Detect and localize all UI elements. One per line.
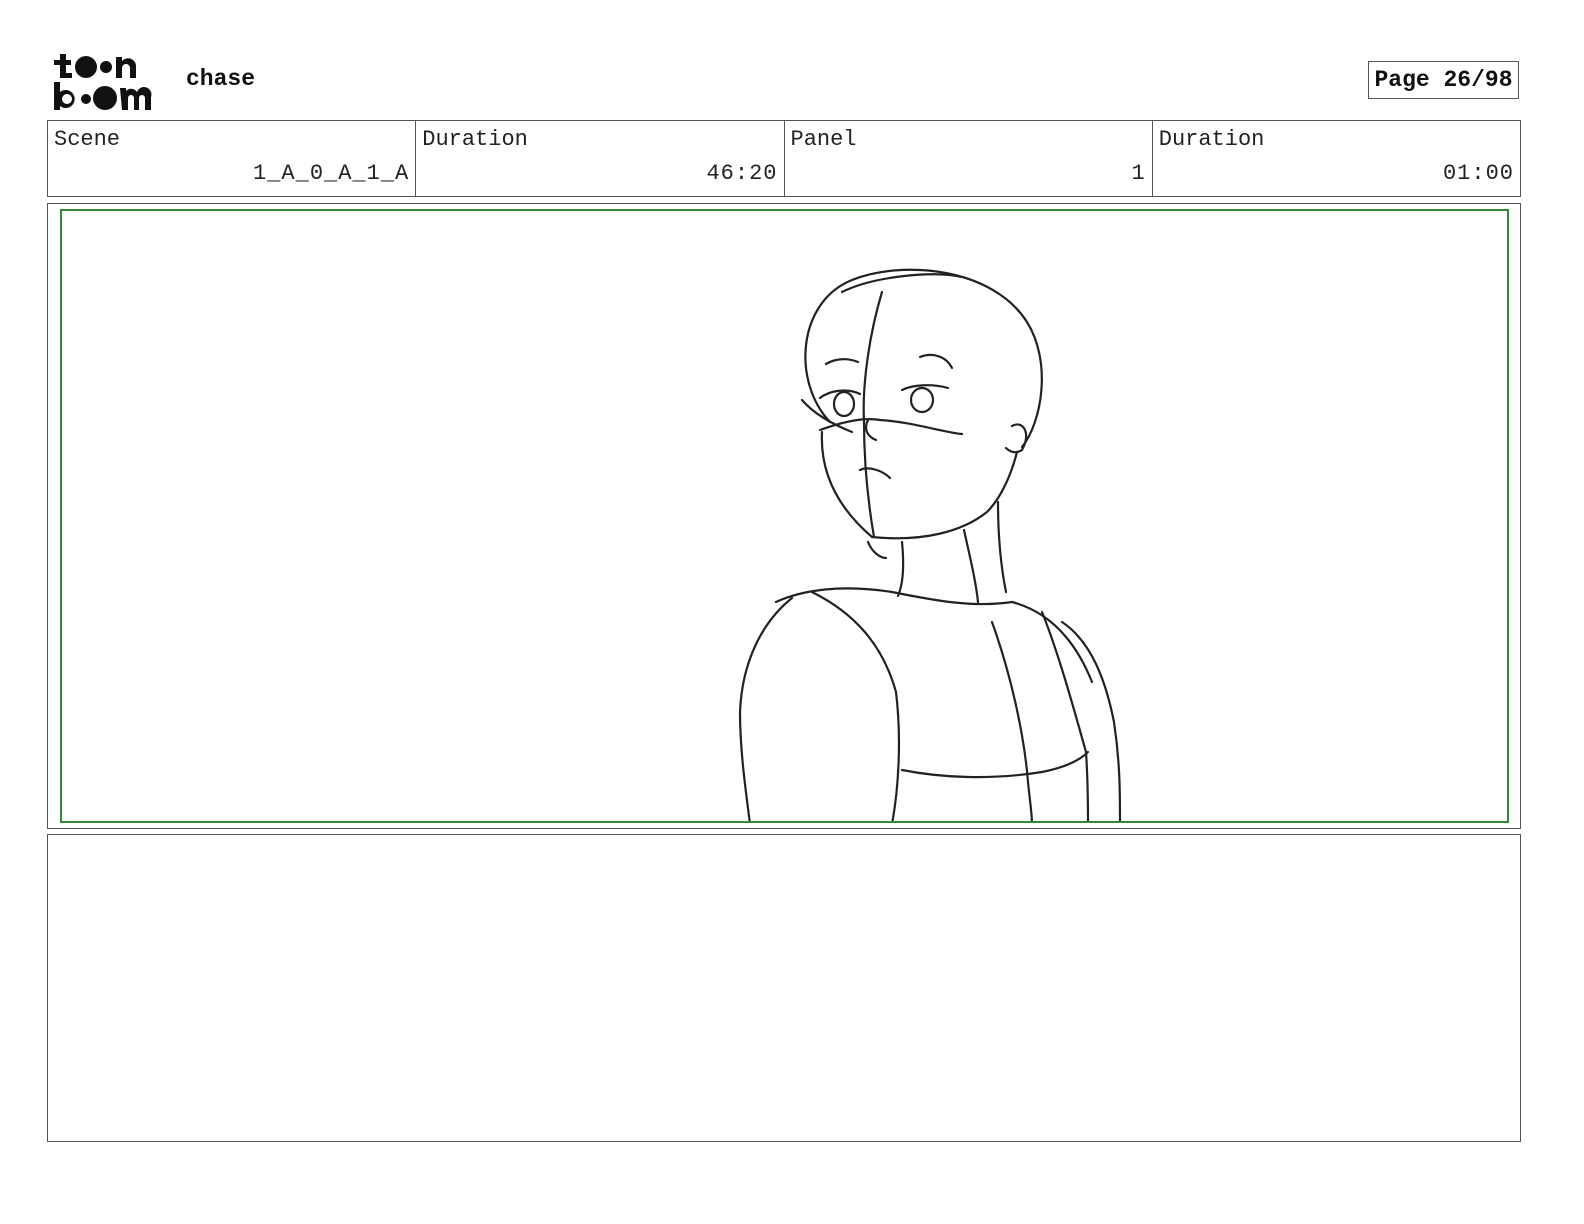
scene-value: 1_A_0_A_1_A [253,161,410,186]
scene-duration-value: 46:20 [706,161,778,186]
panel-label: Panel [790,127,857,152]
panel-value: 1 [1131,161,1146,186]
project-title: chase [186,66,256,92]
panel-cell: Panel 1 [785,121,1153,196]
scene-cell: Scene 1_A_0_A_1_A [48,121,417,196]
panel-duration-label: Duration [1158,127,1265,152]
panel-duration-cell: Duration 01:00 [1153,121,1520,196]
scene-info-table: Scene 1_A_0_A_1_A Duration 46:20 Panel 1… [47,120,1521,197]
panel-notes-box [47,834,1521,1142]
toonboom-logo [54,54,152,110]
panel-duration-value: 01:00 [1442,161,1514,186]
scene-duration-label: Duration [422,127,528,152]
page-indicator: Page 26/98 [1368,61,1519,99]
character-sketch [738,268,1122,821]
scene-duration-cell: Duration 46:20 [416,121,785,196]
panel-safe-frame [60,209,1509,823]
scene-label: Scene [54,127,121,152]
